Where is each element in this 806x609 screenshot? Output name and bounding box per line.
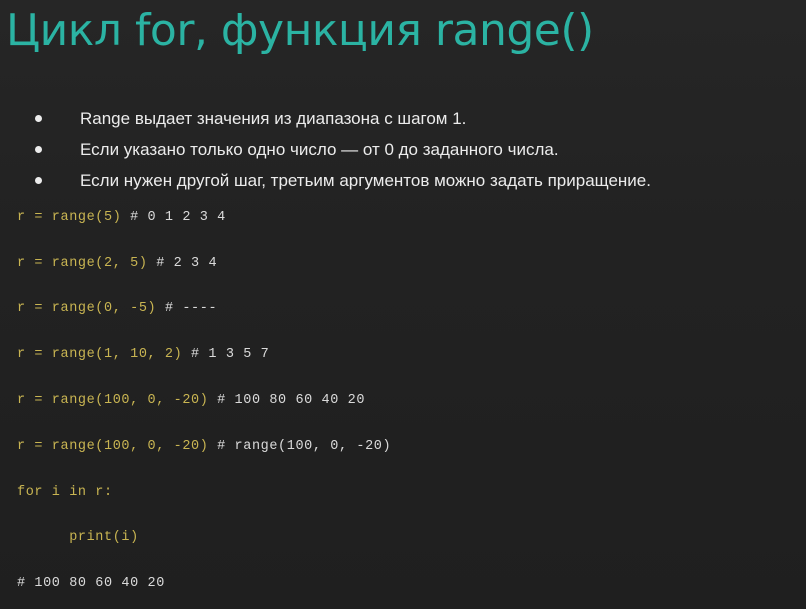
code-text: r = range(0, -5)	[17, 301, 165, 316]
code-text: r = range(100, 0, -20)	[17, 393, 218, 408]
slide: Цикл for, функция range() Range выдает з…	[0, 0, 806, 609]
code-line: # 100 80 60 40 20	[17, 575, 165, 593]
code-comment: # 1 3 5 7	[191, 347, 270, 362]
code-comment: # 0 1 2 3 4	[130, 210, 226, 225]
code-comment: # 2 3 4	[156, 256, 218, 271]
code-text: print(i)	[17, 530, 139, 545]
slide-title: Цикл for, функция range()	[6, 5, 594, 56]
code-line: r = range(100, 0, -20) # range(100, 0, -…	[17, 438, 391, 456]
code-text: r = range(5)	[17, 210, 131, 225]
bullet-dot-icon	[35, 115, 42, 122]
code-text: r = range(100, 0, -20)	[17, 439, 218, 454]
bullet-dot-icon	[35, 177, 42, 184]
bullet-dot-icon	[35, 146, 42, 153]
code-text: for i in r:	[17, 485, 113, 500]
code-text: r = range(1, 10, 2)	[17, 347, 192, 362]
code-line: r = range(2, 5) # 2 3 4	[17, 255, 217, 273]
code-comment: # 100 80 60 40 20	[17, 576, 165, 591]
code-comment: # 100 80 60 40 20	[217, 393, 366, 408]
bullet-text: Если указано только одно число — от 0 до…	[80, 140, 559, 159]
code-line: print(i)	[17, 529, 139, 547]
code-line: for i in r:	[17, 484, 113, 502]
code-comment: # ----	[164, 301, 218, 316]
bullet-text: Range выдает значения из диапазона с шаг…	[80, 109, 467, 128]
code-line: r = range(100, 0, -20) # 100 80 60 40 20	[17, 392, 365, 410]
code-line: r = range(5) # 0 1 2 3 4	[17, 209, 226, 227]
code-text: r = range(2, 5)	[17, 256, 157, 271]
code-line: r = range(0, -5) # ----	[17, 300, 217, 318]
code-line: r = range(1, 10, 2) # 1 3 5 7	[17, 346, 269, 364]
code-comment: # range(100, 0, -20)	[217, 439, 392, 454]
bullet-text: Если нужен другой шаг, третьим аргументо…	[80, 171, 651, 190]
